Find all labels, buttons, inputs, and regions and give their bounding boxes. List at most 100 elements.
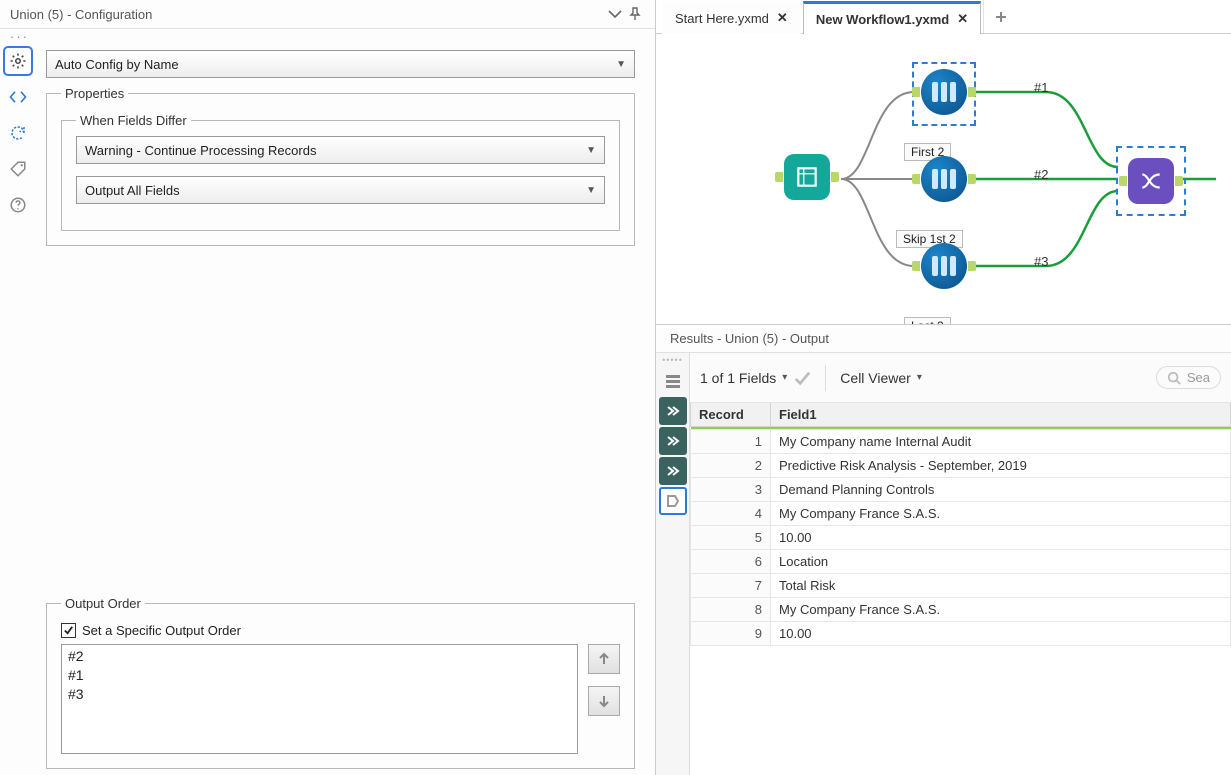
output-order-legend: Output Order [61, 596, 145, 611]
close-icon[interactable]: ✕ [777, 10, 788, 26]
set-order-checkbox[interactable] [61, 623, 76, 638]
results-table: Record Field1 1My Company name Internal … [690, 403, 1231, 646]
node-text-input[interactable] [784, 154, 830, 200]
table-row[interactable]: 2Predictive Risk Analysis - September, 2… [691, 454, 1231, 478]
table-row[interactable]: 8My Company France S.A.S. [691, 598, 1231, 622]
results-panel: Results - Union (5) - Output ••••• [656, 324, 1231, 775]
move-down-button[interactable] [588, 686, 620, 716]
results-sidebar: ••••• [656, 353, 690, 775]
record-number: 8 [691, 598, 771, 622]
cell-field1[interactable]: Location [771, 550, 1231, 574]
cell-field1[interactable]: Demand Planning Controls [771, 478, 1231, 502]
table-row[interactable]: 4My Company France S.A.S. [691, 502, 1231, 526]
configuration-panel: Union (5) - Configuration ··· [0, 0, 656, 775]
cell-field1[interactable]: My Company France S.A.S. [771, 598, 1231, 622]
config-header: Union (5) - Configuration [0, 0, 655, 29]
order-item[interactable]: #1 [68, 666, 571, 685]
table-row[interactable]: 1My Company name Internal Audit [691, 430, 1231, 454]
results-search[interactable]: Sea [1156, 366, 1221, 389]
record-number: 5 [691, 526, 771, 550]
config-title: Union (5) - Configuration [10, 7, 605, 22]
node-sample-last[interactable] [921, 243, 967, 289]
results-output-anchor[interactable] [659, 487, 687, 515]
tab-label: Start Here.yxmd [675, 11, 769, 26]
output-order-listbox[interactable]: #2 #1 #3 [61, 644, 578, 754]
results-tab-2[interactable] [659, 427, 687, 455]
workflow-tabs: Start Here.yxmd ✕ New Workflow1.yxmd ✕ [656, 0, 1231, 34]
output-order-fieldset: Output Order Set a Specific Output Order… [46, 596, 635, 769]
config-form: Auto Config by Name ▼ Properties When Fi… [36, 44, 655, 775]
workflow-canvas[interactable]: First 2 Skip 1st 2 Last 2 #1 #2 #3 [656, 34, 1231, 324]
node-label-last: Last 2 [904, 317, 951, 324]
tab-label: New Workflow1.yxmd [816, 12, 949, 27]
cell-viewer-label: Cell Viewer [840, 370, 911, 386]
fields-differ-value: Warning - Continue Processing Records [85, 143, 316, 158]
table-row[interactable]: 510.00 [691, 526, 1231, 550]
chevron-down-icon: ▼ [586, 185, 596, 196]
results-title: Results - Union (5) - Output [656, 325, 1231, 353]
chevron-down-icon: ▾ [917, 372, 922, 383]
collapse-icon[interactable] [605, 4, 625, 24]
search-icon [1167, 371, 1181, 385]
node-sample-skip[interactable] [921, 156, 967, 202]
edge-label: #2 [1034, 167, 1048, 182]
properties-fieldset: Properties When Fields Differ Warning - … [46, 86, 635, 246]
drag-grip[interactable]: ··· [0, 29, 655, 44]
output-fields-value: Output All Fields [85, 183, 180, 198]
tag-icon[interactable] [5, 156, 31, 182]
record-number: 4 [691, 502, 771, 526]
node-union[interactable] [1128, 158, 1174, 204]
help-icon[interactable] [5, 192, 31, 218]
fields-differ-fieldset: When Fields Differ Warning - Continue Pr… [61, 113, 620, 231]
chevron-down-icon: ▼ [616, 59, 626, 70]
record-number: 9 [691, 622, 771, 646]
set-order-checkbox-row[interactable]: Set a Specific Output Order [61, 623, 620, 638]
results-tab-3[interactable] [659, 457, 687, 485]
cell-field1[interactable]: Predictive Risk Analysis - September, 20… [771, 454, 1231, 478]
output-fields-select[interactable]: Output All Fields ▼ [76, 176, 605, 204]
cell-field1[interactable]: Total Risk [771, 574, 1231, 598]
fields-differ-select[interactable]: Warning - Continue Processing Records ▼ [76, 136, 605, 164]
close-icon[interactable]: ✕ [957, 11, 968, 27]
add-tab-button[interactable] [983, 0, 1017, 33]
search-placeholder: Sea [1187, 370, 1210, 385]
cell-field1[interactable]: 10.00 [771, 526, 1231, 550]
order-item[interactable]: #3 [68, 685, 571, 704]
results-toolbar: 1 of 1 Fields ▾ Cell Viewer ▾ Sea [690, 353, 1231, 403]
edge-label: #1 [1034, 80, 1048, 95]
refresh-icon[interactable] [5, 120, 31, 146]
union-mode-select[interactable]: Auto Config by Name ▼ [46, 50, 635, 78]
table-row[interactable]: 910.00 [691, 622, 1231, 646]
results-view-all[interactable] [659, 367, 687, 395]
record-number: 6 [691, 550, 771, 574]
properties-legend: Properties [61, 86, 128, 101]
tab-start-here[interactable]: Start Here.yxmd ✕ [662, 1, 801, 34]
cell-field1[interactable]: My Company name Internal Audit [771, 430, 1231, 454]
table-row[interactable]: 6Location [691, 550, 1231, 574]
chevron-down-icon: ▼ [586, 145, 596, 156]
node-sample-first[interactable] [921, 69, 967, 115]
table-row[interactable]: 7Total Risk [691, 574, 1231, 598]
move-up-button[interactable] [588, 644, 620, 674]
fields-dropdown[interactable]: 1 of 1 Fields ▾ [700, 369, 811, 387]
fields-count: 1 of 1 Fields [700, 370, 776, 386]
edge-label: #3 [1034, 254, 1048, 269]
chevron-down-icon: ▾ [782, 372, 787, 383]
xml-icon[interactable] [5, 84, 31, 110]
cell-field1[interactable]: 10.00 [771, 622, 1231, 646]
col-record[interactable]: Record [691, 403, 771, 427]
results-tab-1[interactable] [659, 397, 687, 425]
table-row[interactable]: 3Demand Planning Controls [691, 478, 1231, 502]
cell-field1[interactable]: My Company France S.A.S. [771, 502, 1231, 526]
cell-viewer-dropdown[interactable]: Cell Viewer ▾ [840, 370, 922, 386]
record-number: 7 [691, 574, 771, 598]
pin-icon[interactable] [625, 4, 645, 24]
tab-new-workflow[interactable]: New Workflow1.yxmd ✕ [803, 1, 981, 34]
col-field1[interactable]: Field1 [771, 403, 1231, 427]
fields-differ-legend: When Fields Differ [76, 113, 191, 128]
check-icon [793, 369, 811, 387]
gear-icon[interactable] [5, 48, 31, 74]
order-item[interactable]: #2 [68, 647, 571, 666]
right-pane: Start Here.yxmd ✕ New Workflow1.yxmd ✕ [656, 0, 1231, 775]
union-mode-value: Auto Config by Name [55, 57, 179, 72]
